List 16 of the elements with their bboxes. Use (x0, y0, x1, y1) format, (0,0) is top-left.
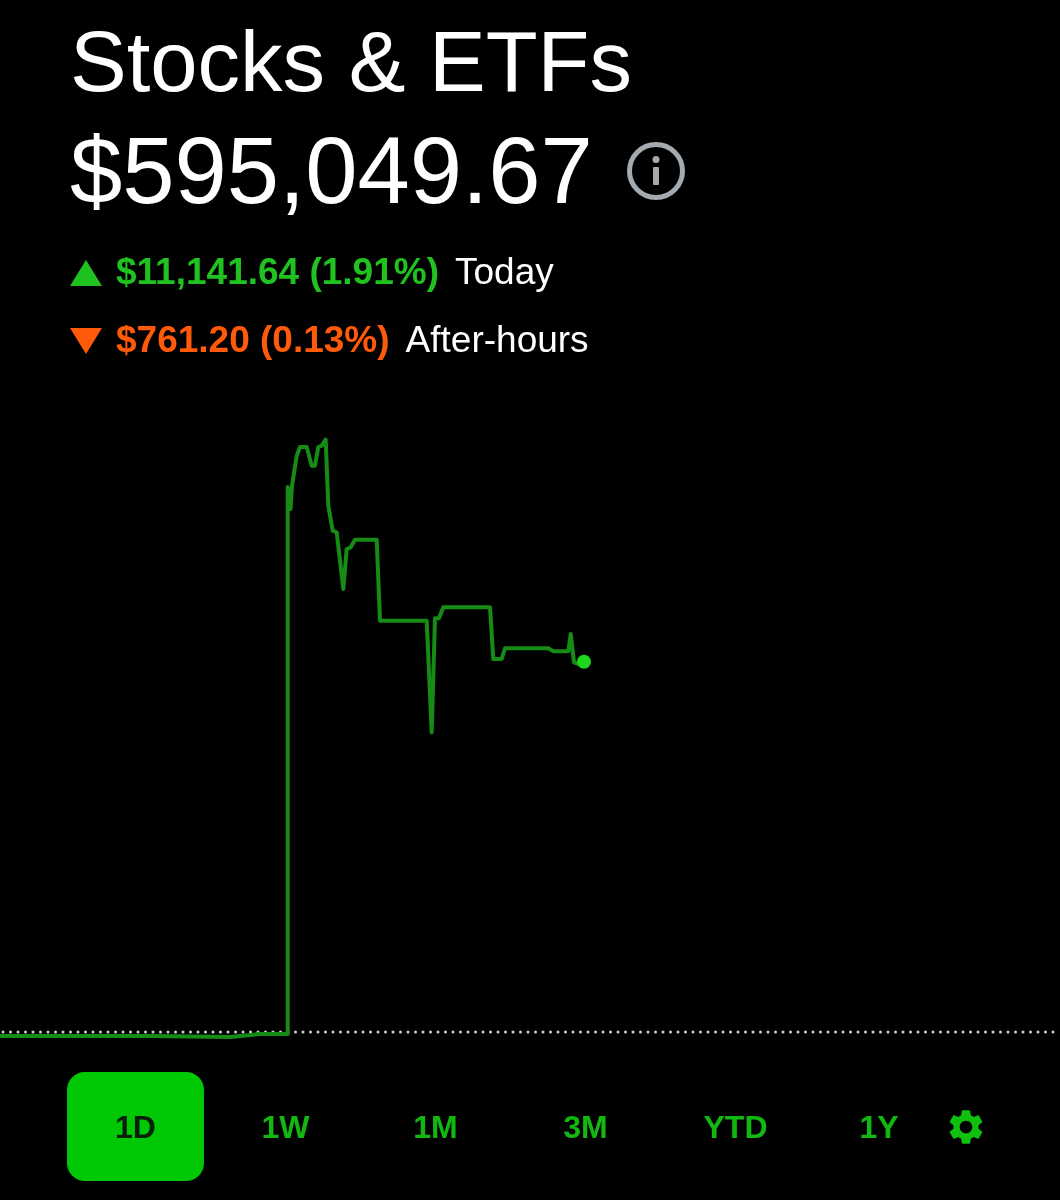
up-triangle-icon (70, 260, 102, 286)
change-period: After-hours (405, 320, 589, 358)
portfolio-value: $595,049.67 (70, 124, 593, 218)
range-tab[interactable]: 1M (367, 1072, 504, 1181)
change-amount: $11,141.64 (1.91%) (116, 252, 439, 290)
page-title: Stocks & ETFs (70, 19, 633, 104)
range-tab[interactable]: 3M (517, 1072, 654, 1181)
range-tab[interactable]: 1D (67, 1072, 204, 1181)
change-period: Today (455, 252, 554, 290)
down-triangle-icon (70, 328, 102, 354)
change-amount: $761.20 (0.13%) (116, 320, 390, 358)
range-tab[interactable]: 1Y (817, 1072, 941, 1181)
info-icon[interactable] (626, 142, 685, 200)
range-tab[interactable]: 1W (217, 1072, 354, 1181)
end-dot-icon (577, 654, 591, 669)
range-tab[interactable]: YTD (667, 1072, 804, 1181)
